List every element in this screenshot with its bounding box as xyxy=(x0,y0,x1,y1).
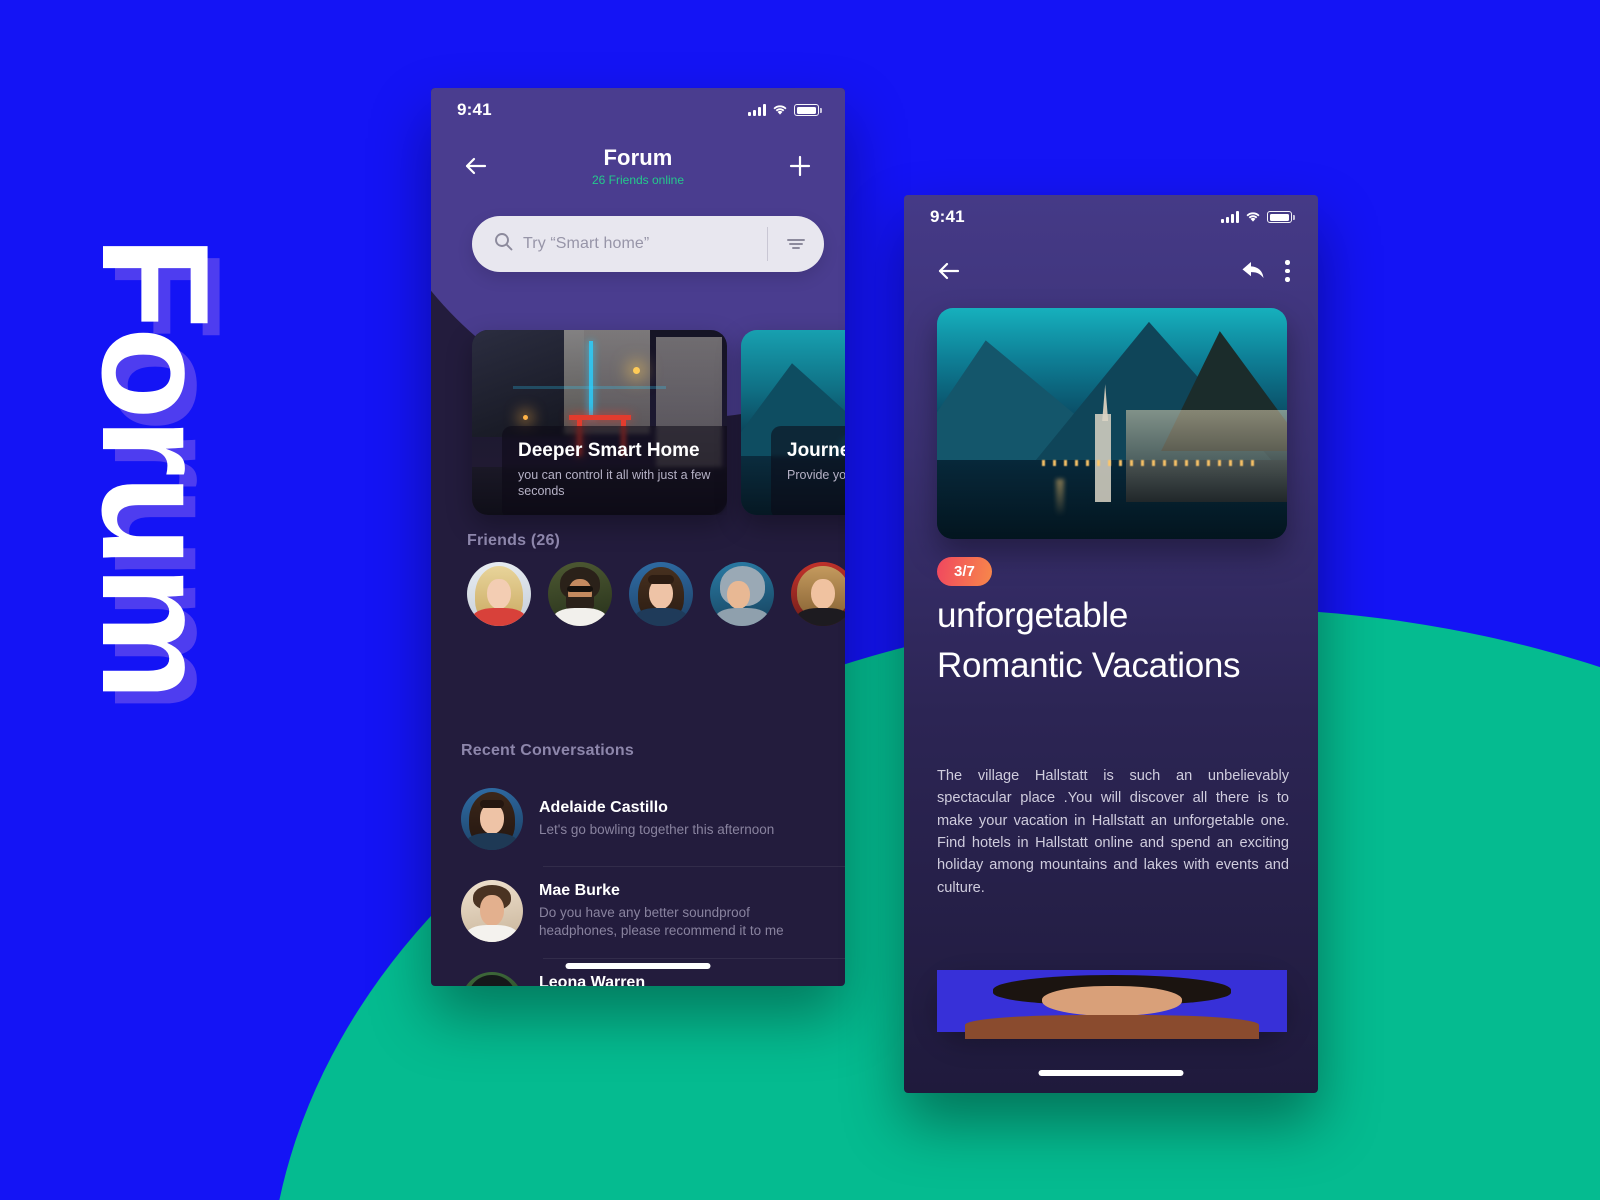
recent-conversations-title: Recent Conversations xyxy=(461,742,634,759)
cellular-signal-icon xyxy=(1221,211,1239,223)
hallstatt-village-night-photo xyxy=(937,308,1287,539)
card-caption: Deeper Smart Home you can control it all… xyxy=(502,426,727,515)
phone-forum-screen: 9:41 Forum 26 Friends online Try “Smart … xyxy=(431,88,845,986)
conversation-message: Do you have any better soundproof headph… xyxy=(539,905,784,938)
friends-online-status: 26 Friends online xyxy=(591,173,685,187)
friends-avatar-row[interactable] xyxy=(467,562,845,630)
phone-detail-screen: 9:41 3/7 unforgetable Romantic Vacations… xyxy=(904,195,1318,1093)
conversation-text: Mae Burke Do you have any better soundpr… xyxy=(539,882,819,940)
list-item[interactable]: Adelaide Castillo Let's go bowling toget… xyxy=(431,774,845,866)
conversation-avatar xyxy=(461,880,523,942)
article-title: unforgetable Romantic Vacations xyxy=(937,596,1241,685)
status-time: 9:41 xyxy=(930,207,965,226)
card-subtitle: Provide you xyxy=(787,467,845,482)
kebab-menu-icon[interactable] xyxy=(1285,260,1290,282)
forum-wordmark: Forum Forum xyxy=(0,0,300,1200)
card-title: Journey xyxy=(787,440,845,461)
reply-button[interactable] xyxy=(1237,254,1271,288)
wifi-icon xyxy=(772,104,788,116)
featured-card[interactable]: Deeper Smart Home you can control it all… xyxy=(472,330,727,515)
status-indicators xyxy=(748,104,822,116)
forum-navbar: Forum 26 Friends online xyxy=(431,138,845,194)
conversation-message: Let's go bowling together this afternoon xyxy=(539,822,775,838)
detail-navbar xyxy=(904,245,1318,297)
conversation-list: Adelaide Castillo Let's go bowling toget… xyxy=(431,774,845,986)
filter-button[interactable] xyxy=(768,237,824,251)
status-badge: 3/7 xyxy=(937,557,992,586)
back-button[interactable] xyxy=(459,149,493,183)
battery-icon xyxy=(1267,211,1295,223)
list-item[interactable]: Mae Burke Do you have any better soundpr… xyxy=(431,866,845,958)
battery-icon xyxy=(794,104,822,116)
conversation-name: Mae Burke xyxy=(539,882,620,900)
hero-image xyxy=(937,308,1287,539)
status-bar: 9:41 xyxy=(904,195,1318,239)
featured-card[interactable]: Journey Provide you xyxy=(741,330,845,515)
conversation-name: Adelaide Castillo xyxy=(539,799,668,817)
search-bar[interactable]: Try “Smart home” xyxy=(472,216,824,272)
conversation-avatar xyxy=(461,972,523,986)
page-title: Forum xyxy=(603,145,673,170)
add-button[interactable] xyxy=(783,149,817,183)
friend-avatar[interactable] xyxy=(710,562,774,626)
detail-actions xyxy=(1237,254,1290,288)
status-time: 9:41 xyxy=(457,100,492,119)
card-subtitle: you can control it all with just a few s… xyxy=(518,467,711,499)
conversation-avatar xyxy=(461,788,523,850)
friend-avatar[interactable] xyxy=(791,562,845,626)
back-button[interactable] xyxy=(932,254,966,288)
cellular-signal-icon xyxy=(748,104,766,116)
home-indicator xyxy=(565,963,711,969)
friend-avatar[interactable] xyxy=(467,562,531,626)
friend-avatar[interactable] xyxy=(629,562,693,626)
friend-avatar[interactable] xyxy=(548,562,612,626)
conversation-text: Adelaide Castillo Let's go bowling toget… xyxy=(539,799,819,839)
status-bar: 9:41 xyxy=(431,88,845,132)
conversation-text: Leona Warren This journey has given me a… xyxy=(539,974,819,986)
avatar xyxy=(937,970,1287,1040)
search-icon xyxy=(494,232,513,256)
wifi-icon xyxy=(1245,211,1261,223)
wordmark-text: Forum xyxy=(70,236,240,699)
conversation-name: Leona Warren xyxy=(539,974,646,986)
card-caption: Journey Provide you xyxy=(771,426,845,515)
search-input[interactable]: Try “Smart home” xyxy=(523,235,767,253)
forum-title-block: Forum 26 Friends online xyxy=(493,145,783,187)
status-indicators xyxy=(1221,211,1295,223)
home-indicator xyxy=(1038,1070,1184,1076)
card-title: Deeper Smart Home xyxy=(518,440,700,461)
friends-section-title: Friends (26) xyxy=(467,532,561,549)
featured-cards-carousel[interactable]: Deeper Smart Home you can control it all… xyxy=(472,330,845,515)
reply-input-bar[interactable]: Nice,I am looking… xyxy=(937,970,1287,1040)
article-body: The village Hallstatt is such an unbelie… xyxy=(937,768,1289,896)
